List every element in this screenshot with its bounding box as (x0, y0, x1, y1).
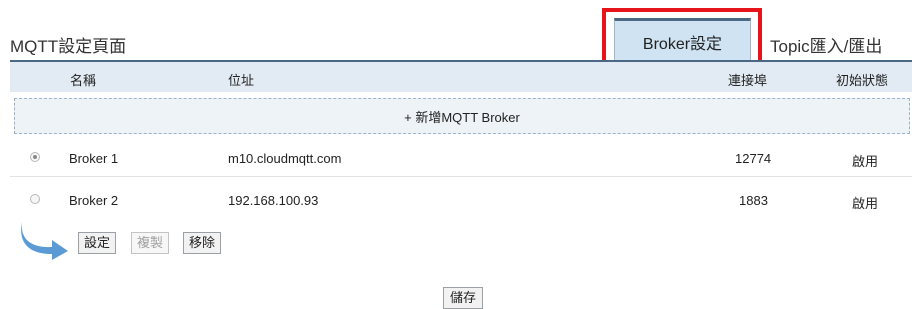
tab-topic-import-export[interactable]: Topic匯入/匯出 (770, 32, 882, 57)
header-port: 連接埠 (728, 73, 768, 88)
broker-name: Broker 2 (69, 193, 119, 208)
save-button[interactable]: 儲存 (443, 287, 484, 309)
broker-address: 192.168.100.93 (228, 193, 319, 208)
curved-arrow-icon (21, 222, 68, 260)
broker-address: m10.cloudmqtt.com (228, 151, 342, 166)
broker-name: Broker 1 (69, 151, 119, 166)
table-header: 名稱 位址 連接埠 初始狀態 (10, 62, 912, 92)
broker-port: 1883 (739, 193, 768, 208)
settings-button[interactable]: 設定 (78, 232, 117, 254)
header-initial-state: 初始狀態 (836, 73, 889, 88)
broker-state: 啟用 (852, 196, 879, 211)
row-radio-button[interactable] (30, 194, 40, 204)
table-row[interactable]: Broker 2 192.168.100.93 1883 啟用 (10, 182, 912, 218)
tab-broker-settings[interactable]: Broker設定 (614, 18, 751, 62)
header-name: 名稱 (70, 73, 97, 88)
remove-button[interactable]: 移除 (183, 232, 222, 254)
broker-port: 12774 (735, 151, 772, 166)
broker-state: 啟用 (852, 154, 879, 169)
table-row[interactable]: Broker 1 m10.cloudmqtt.com 12774 啟用 (10, 140, 912, 177)
row-radio-button[interactable] (30, 152, 40, 162)
add-broker-button[interactable]: + 新增MQTT Broker (14, 98, 910, 134)
page-title: MQTT設定頁面 (10, 37, 127, 56)
header-address: 位址 (228, 73, 255, 88)
copy-button[interactable]: 複製 (131, 232, 170, 254)
